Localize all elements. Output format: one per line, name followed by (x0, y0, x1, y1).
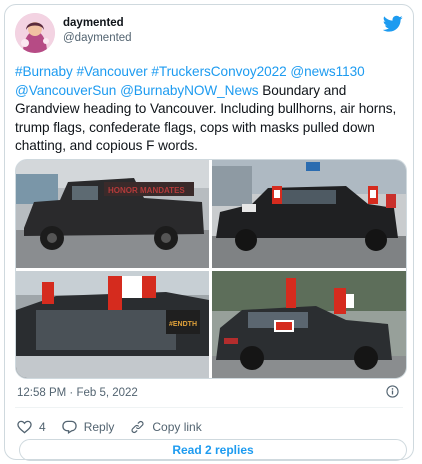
link-icon (131, 420, 144, 434)
like-button[interactable]: 4 (17, 420, 46, 434)
copy-link-button[interactable]: Copy link (130, 420, 202, 434)
user-handle[interactable]: @daymented (63, 31, 132, 46)
tweet-timestamp[interactable]: 12:58 PM · Feb 5, 2022 (17, 387, 138, 399)
reply-label: Reply (83, 420, 115, 434)
mention-link[interactable]: @BurnabyNOW_News (120, 83, 258, 98)
tweet-actions: 4 Reply Copy link (17, 418, 218, 436)
hashtag-link[interactable]: #Vancouver (77, 64, 148, 79)
tweet-header: daymented @daymented (15, 13, 405, 53)
copy-link-label: Copy link (152, 420, 202, 434)
twitter-bird-icon[interactable] (382, 15, 403, 33)
hashtag-link[interactable]: #TruckersConvoy2022 (151, 64, 286, 79)
svg-text:HONOR MANDATES: HONOR MANDATES (108, 186, 185, 195)
reply-button[interactable]: Reply (61, 420, 115, 434)
divider (15, 407, 403, 408)
svg-text:#ENDTH: #ENDTH (169, 321, 197, 328)
mention-link[interactable]: @VancouverSun (15, 83, 116, 98)
avatar[interactable] (15, 13, 55, 53)
read-replies-button[interactable]: Read 2 replies (19, 439, 407, 461)
author-names: daymented @daymented (63, 16, 132, 46)
hashtag-link[interactable]: #Burnaby (15, 64, 73, 79)
reply-bubble-icon (61, 420, 77, 434)
mention-link[interactable]: @news1130 (290, 64, 364, 79)
info-icon[interactable] (386, 385, 399, 398)
user-avatar-icon (15, 13, 55, 53)
tweet-card[interactable]: daymented @daymented #Burnaby #Vancouver… (4, 4, 414, 461)
tweet-text: #Burnaby #Vancouver #TruckersConvoy2022 … (15, 63, 410, 156)
photo-car-window-flags[interactable]: #ENDTH (16, 271, 209, 378)
heart-icon (17, 420, 32, 434)
photo-dark-suv-flags[interactable] (212, 271, 406, 378)
photo-black-sedan-flags[interactable] (212, 160, 406, 268)
like-count: 4 (39, 420, 46, 434)
display-name[interactable]: daymented (63, 16, 132, 31)
tweet-media-grid[interactable]: HONOR MANDATES #ENDTH (15, 159, 407, 379)
photo-black-pickup-truck[interactable]: HONOR MANDATES (16, 160, 209, 268)
